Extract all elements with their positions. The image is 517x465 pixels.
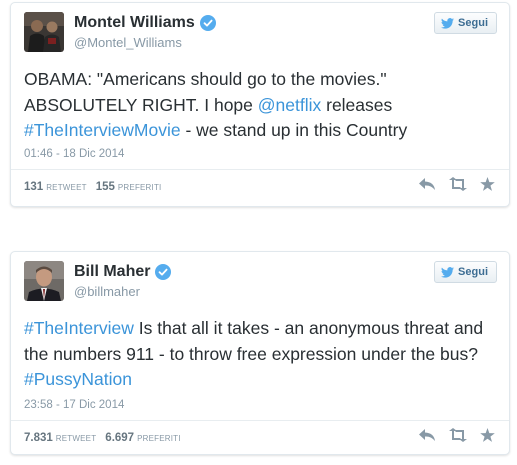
tweet-timestamp[interactable]: 01:46 - 18 Dic 2014 <box>24 148 124 160</box>
verified-badge-icon <box>155 264 172 280</box>
author-handle[interactable]: @Montel_Williams <box>74 35 182 50</box>
mention-link[interactable]: @netflix <box>258 95 321 115</box>
divider <box>11 169 509 170</box>
verified-badge-icon <box>199 15 216 31</box>
twitter-bird-icon <box>441 266 455 278</box>
tweet-stats: 7.831 RETWEET 6.697 PREFERITI <box>24 432 190 444</box>
follow-label: Segui <box>458 266 488 278</box>
tweet-text: #TheInterview Is that all it takes - an … <box>24 318 484 389</box>
favorite-label: PREFERITI <box>117 183 162 192</box>
retweet-count[interactable]: 7.831 <box>24 432 53 444</box>
retweet-icon[interactable] <box>448 428 468 447</box>
favorite-count[interactable]: 155 <box>96 181 115 193</box>
retweet-label: RETWEET <box>55 434 97 443</box>
tweet-actions <box>406 177 495 196</box>
hashtag-link[interactable]: #TheInterview <box>24 318 134 338</box>
favorite-count[interactable]: 6.697 <box>105 432 134 444</box>
retweet-count[interactable]: 131 <box>24 181 43 193</box>
tweet-header: Montel Williams @Montel_Williams Segui <box>24 12 497 52</box>
follow-label: Segui <box>458 17 488 29</box>
tweet-text: OBAMA: "Americans should go to the movie… <box>24 69 408 140</box>
avatar[interactable] <box>24 261 64 301</box>
retweet-icon[interactable] <box>448 177 468 196</box>
favorite-star-icon[interactable] <box>480 177 495 196</box>
author-handle[interactable]: @billmaher <box>74 284 140 299</box>
favorite-star-icon[interactable] <box>480 428 495 447</box>
hashtag-link[interactable]: #PussyNation <box>24 369 132 389</box>
tweet-card: Montel Williams @Montel_Williams Segui O… <box>10 2 510 207</box>
tweet-timestamp[interactable]: 23:58 - 17 Dic 2014 <box>24 399 124 411</box>
tweet-actions <box>406 428 495 447</box>
hashtag-link[interactable]: #TheInterviewMovie <box>24 120 181 140</box>
author-name[interactable]: Montel Williams <box>74 14 195 32</box>
follow-button[interactable]: Segui <box>434 261 497 283</box>
author-name[interactable]: Bill Maher <box>74 263 150 281</box>
retweet-label: RETWEET <box>46 183 87 192</box>
tweet-header: Bill Maher @billmaher Segui <box>24 261 497 301</box>
tweet-card: Bill Maher @billmaher Segui #TheIntervie… <box>10 251 510 455</box>
twitter-bird-icon <box>441 17 455 29</box>
divider <box>11 420 509 421</box>
reply-icon[interactable] <box>418 177 436 196</box>
favorite-label: PREFERITI <box>137 434 181 443</box>
reply-icon[interactable] <box>418 428 436 447</box>
follow-button[interactable]: Segui <box>434 12 497 34</box>
tweet-stats: 131 RETWEET 155 PREFERITI <box>24 181 170 193</box>
avatar[interactable] <box>24 12 64 52</box>
